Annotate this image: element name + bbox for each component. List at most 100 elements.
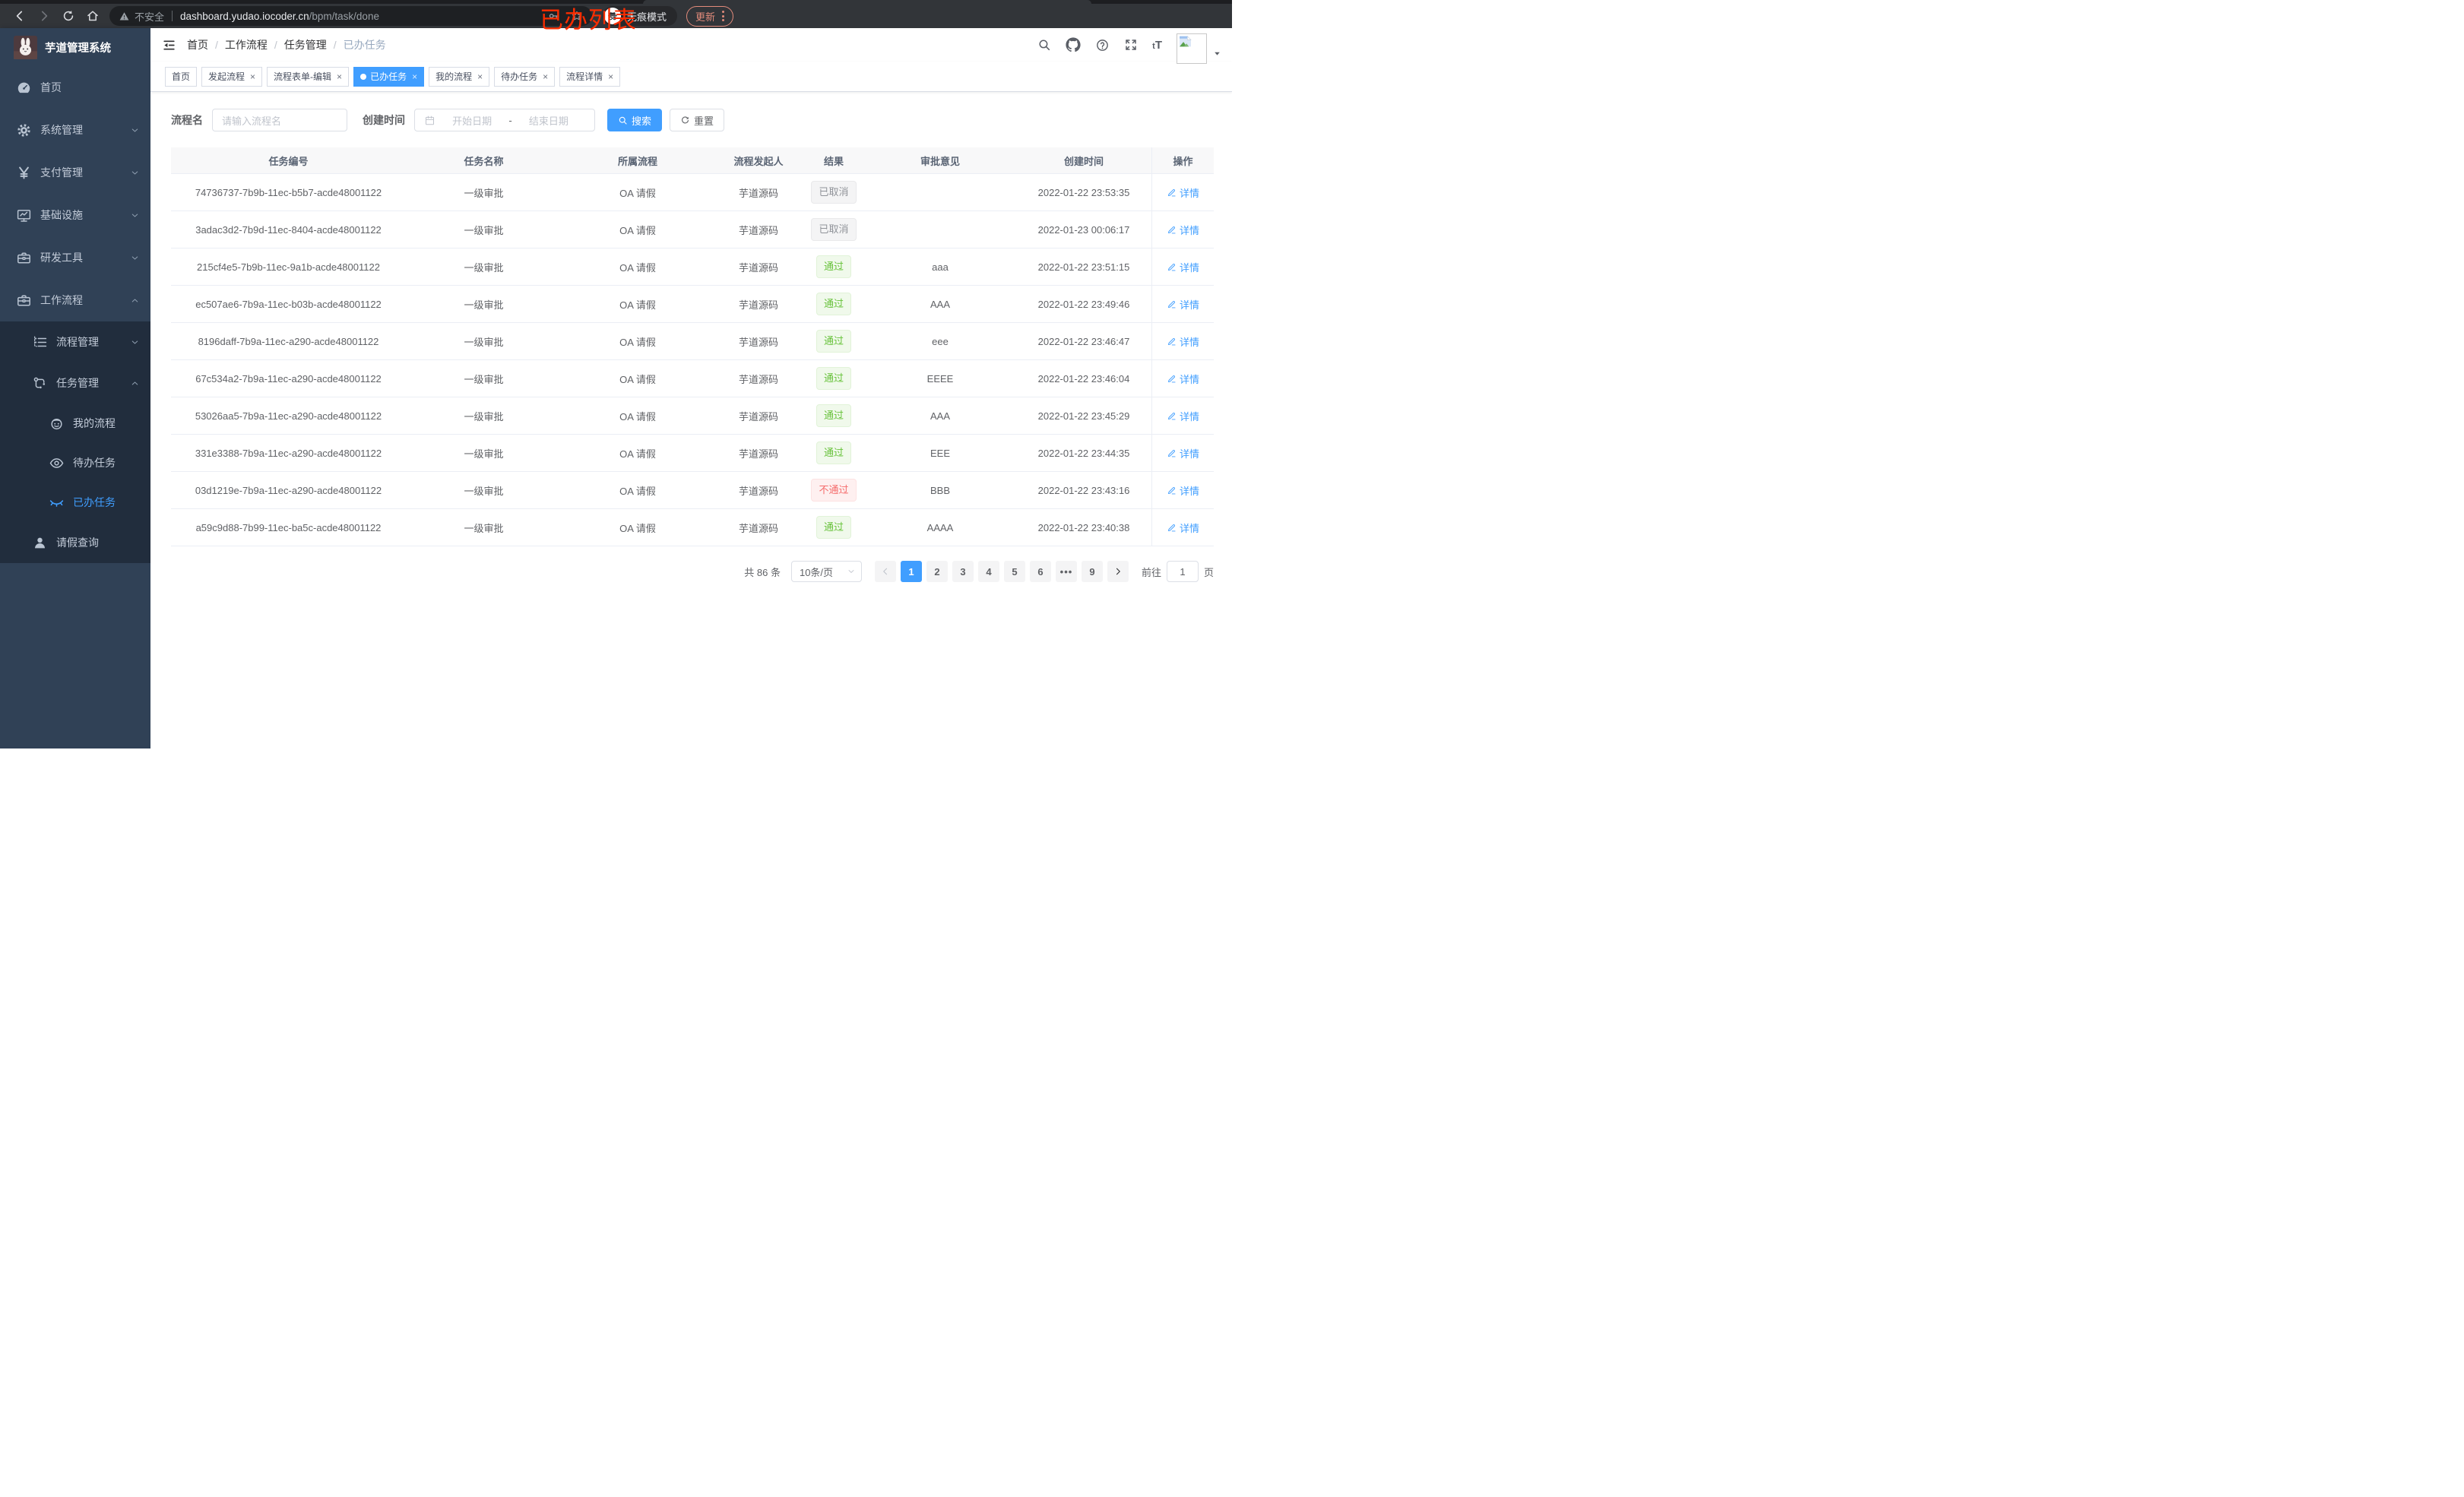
detail-link[interactable]: 详情 <box>1167 521 1199 535</box>
cell-task-name: 一级审批 <box>464 261 504 274</box>
browser-update-button[interactable]: 更新 <box>686 5 734 27</box>
detail-link[interactable]: 详情 <box>1167 223 1199 237</box>
url-bar[interactable]: 不安全 dashboard.yudao.iocoder.cn/bpm/task/… <box>109 6 592 26</box>
page-size-select[interactable]: 10条/页 <box>790 561 862 582</box>
sidebar-item-todo-tasks[interactable]: 待办任务 <box>0 443 150 483</box>
cell-comment: eee <box>932 335 949 347</box>
create-time-range-input[interactable]: 开始日期 - 结束日期 <box>414 109 595 131</box>
tab-form-edit[interactable]: 流程表单-编辑 × <box>267 66 350 87</box>
url-host: dashboard.yudao.iocoder.cn <box>180 10 309 22</box>
cell-task-name: 一级审批 <box>464 522 504 534</box>
page-button-9[interactable]: 9 <box>1081 561 1103 582</box>
detail-link[interactable]: 详情 <box>1167 260 1199 274</box>
page-button-6[interactable]: 6 <box>1029 561 1051 582</box>
search-button[interactable]: 搜索 <box>607 109 663 131</box>
close-icon[interactable]: × <box>337 72 342 81</box>
page-button-1[interactable]: 1 <box>900 561 922 582</box>
cell-starter: 芋道源码 <box>738 448 778 460</box>
avatar[interactable] <box>1177 33 1207 64</box>
more-pages-button[interactable]: ••• <box>1055 561 1077 582</box>
tab-home[interactable]: 首页 <box>165 66 198 87</box>
tab-done-tasks[interactable]: 已办任务 × <box>353 66 425 87</box>
sidebar-item-done-tasks[interactable]: 已办任务 <box>0 483 150 522</box>
edit-icon <box>1167 374 1177 384</box>
search-icon[interactable] <box>1037 38 1051 52</box>
cell-starter: 芋道源码 <box>738 336 778 348</box>
pagination-goto: 前往 页 <box>1142 561 1214 582</box>
cell-comment: AAA <box>930 410 950 422</box>
toolbox-icon <box>16 250 32 266</box>
sidebar-item-leave-query[interactable]: 请假查询 <box>0 522 150 563</box>
forward-icon[interactable] <box>37 9 51 23</box>
app-logo-row[interactable]: 芋道管理系统 <box>0 28 150 66</box>
cell-result: 已取消 <box>803 181 864 204</box>
table-row: 3adac3d2-7b9d-11ec-8404-acde48001122 一级审… <box>171 211 1214 248</box>
avatar-caret-icon[interactable] <box>1213 49 1221 58</box>
goto-page-input[interactable] <box>1166 561 1199 582</box>
home-icon[interactable] <box>86 9 100 23</box>
sidebar-item-home[interactable]: 首页 <box>0 66 150 109</box>
sidebar-collapse-icon[interactable] <box>162 38 176 52</box>
detail-link[interactable]: 详情 <box>1167 409 1199 423</box>
tab-todo-tasks[interactable]: 待办任务 × <box>494 66 556 87</box>
sidebar-item-dev-tools[interactable]: 研发工具 <box>0 236 150 279</box>
app-header: 首页 / 工作流程 / 任务管理 / 已办任务 ttTT <box>150 28 1232 64</box>
result-badge: 已取消 <box>811 218 857 241</box>
table-row: 03d1219e-7b9a-11ec-a290-acde48001122 一级审… <box>171 472 1214 509</box>
sidebar-item-payment[interactable]: 支付管理 <box>0 151 150 194</box>
tab-my-process[interactable]: 我的流程 × <box>429 66 490 87</box>
reset-button[interactable]: 重置 <box>670 109 725 131</box>
close-icon[interactable]: × <box>477 72 483 81</box>
create-time-label: 创建时间 <box>363 114 405 126</box>
sidebar-item-process-mgmt[interactable]: 流程管理 <box>0 321 150 362</box>
page-button-3[interactable]: 3 <box>952 561 974 582</box>
cell-task-name: 一级审批 <box>464 373 504 385</box>
cell-starter: 芋道源码 <box>738 299 778 311</box>
sidebar-item-infrastructure[interactable]: 基础设施 <box>0 194 150 236</box>
edit-icon <box>1167 411 1177 421</box>
column-header-5: 审批意见 <box>920 155 960 167</box>
result-badge: 通过 <box>816 255 851 278</box>
sidebar-item-my-process[interactable]: 我的流程 <box>0 404 150 443</box>
browser-menu-icon[interactable] <box>722 11 725 21</box>
help-icon[interactable] <box>1095 38 1110 52</box>
tab-start-process[interactable]: 发起流程 × <box>201 66 263 87</box>
page-button-5[interactable]: 5 <box>1003 561 1025 582</box>
sidebar-item-system[interactable]: 系统管理 <box>0 109 150 151</box>
chevron-icon <box>130 253 140 263</box>
search-button-icon <box>618 116 628 125</box>
github-icon[interactable] <box>1066 37 1081 52</box>
main-area: 首页 / 工作流程 / 任务管理 / 已办任务 ttTT <box>150 28 1232 748</box>
reload-icon[interactable] <box>62 9 75 23</box>
edit-icon <box>1167 448 1177 458</box>
back-icon[interactable] <box>13 9 27 23</box>
detail-link[interactable]: 详情 <box>1167 372 1199 386</box>
font-size-icon[interactable]: ttTT <box>1152 39 1162 52</box>
page-button-4[interactable]: 4 <box>977 561 999 582</box>
sidebar-item-task-mgmt[interactable]: 任务管理 <box>0 362 150 404</box>
fullscreen-icon[interactable] <box>1124 38 1138 52</box>
detail-link[interactable]: 详情 <box>1167 185 1199 200</box>
column-header-7: 操作 <box>1151 147 1214 173</box>
next-page-button[interactable] <box>1107 561 1129 582</box>
detail-link[interactable]: 详情 <box>1167 446 1199 460</box>
sidebar-item-workflow[interactable]: 工作流程 <box>0 279 150 321</box>
prev-page-button[interactable] <box>874 561 896 582</box>
process-name-input[interactable]: 请输入流程名 <box>212 109 347 131</box>
detail-link[interactable]: 详情 <box>1167 297 1199 312</box>
tab-process-detail[interactable]: 流程详情 × <box>559 66 621 87</box>
detail-link[interactable]: 详情 <box>1167 483 1199 498</box>
flow-icon <box>32 375 48 391</box>
detail-link[interactable]: 详情 <box>1167 334 1199 349</box>
close-icon[interactable]: × <box>412 72 417 81</box>
close-icon[interactable]: × <box>608 72 613 81</box>
breadcrumb-home[interactable]: 首页 <box>187 37 208 52</box>
chevron-down-icon <box>847 567 856 576</box>
close-icon[interactable]: × <box>250 72 255 81</box>
breadcrumb-task-mgmt[interactable]: 任务管理 <box>284 37 327 52</box>
cell-comment: BBB <box>930 484 950 496</box>
page-button-2[interactable]: 2 <box>926 561 948 582</box>
close-icon[interactable]: × <box>543 72 548 81</box>
page-content: 流程名 请输入流程名 创建时间 开始日期 - 结束日期 搜索 重置 任务编号 任… <box>150 92 1232 748</box>
breadcrumb-workflow[interactable]: 工作流程 <box>225 37 268 52</box>
